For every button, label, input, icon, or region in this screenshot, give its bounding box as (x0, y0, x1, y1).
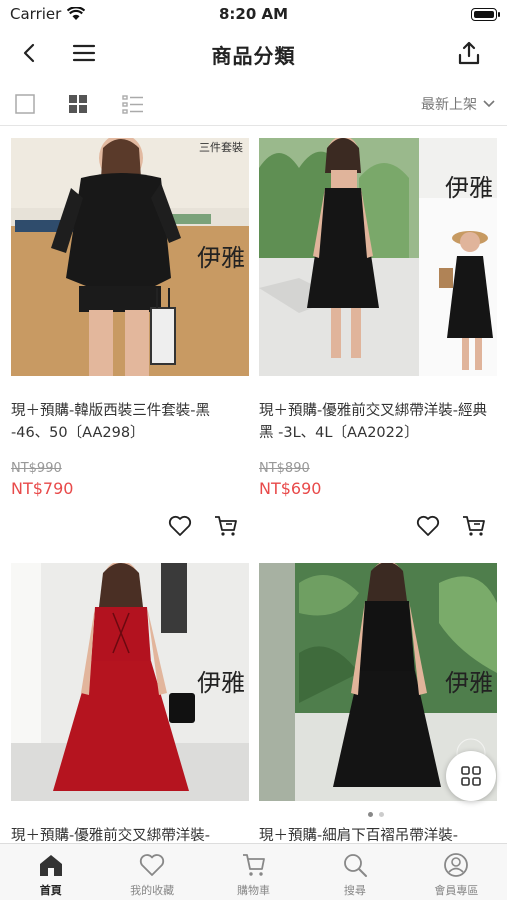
battery-icon (471, 7, 500, 21)
tab-home-label: 首頁 (39, 884, 62, 897)
sort-label: 最新上架 (421, 97, 477, 113)
grid-icon (461, 766, 481, 786)
tab-member-label: 會員專區 (434, 884, 479, 897)
sort-dropdown[interactable]: 最新上架 (421, 94, 495, 114)
carousel-dots (368, 812, 384, 817)
home-icon (39, 855, 62, 876)
brand-watermark: 伊雅 (197, 244, 245, 272)
heart-icon (139, 854, 165, 876)
product-grid: 三件套裝 伊雅 現＋預購-韓版西裝三件套裝-黑 -46、50〔AA298〕 NT… (0, 127, 507, 843)
favorite-button[interactable] (415, 513, 441, 539)
product-photo[interactable]: 伊雅 (259, 138, 497, 376)
product-title[interactable]: 現＋預購-優雅前交叉綁帶洋裝-經典黑 -3L、4L〔AA2022〕 (259, 400, 497, 444)
share-button[interactable] (455, 39, 483, 67)
sale-price: NT$690 (259, 479, 322, 498)
original-price: NT$890 (259, 461, 310, 476)
clock: 8:20 AM (218, 5, 289, 23)
favorite-button[interactable] (167, 513, 193, 539)
tab-member[interactable]: 會員專區 (406, 844, 507, 900)
tab-cart-label: 購物車 (237, 884, 271, 897)
photo-tag: 三件套裝 (199, 141, 243, 154)
product-card[interactable]: 伊雅 現＋預購-優雅前交叉綁帶洋裝- (11, 563, 249, 843)
tab-favorites-label: 我的收藏 (130, 884, 175, 897)
brand-watermark: 伊雅 (445, 174, 493, 202)
user-icon (444, 853, 469, 877)
add-to-cart-button[interactable] (213, 513, 239, 539)
heart-icon (168, 515, 192, 536)
product-photo[interactable]: 伊雅 (11, 563, 249, 801)
product-title[interactable]: 現＋預購-韓版西裝三件套裝-黑 -46、50〔AA298〕 (11, 400, 249, 444)
navigation-bar: 商品分類 (0, 28, 507, 78)
view-toolbar: 最新上架 (0, 80, 507, 126)
grid-view-button[interactable] (67, 93, 89, 119)
tab-search-label: 搜尋 (343, 884, 366, 897)
tab-favorites[interactable]: 我的收藏 (101, 844, 202, 900)
status-bar: Carrier 8:20 AM (0, 0, 507, 28)
product-photo[interactable]: 三件套裝 伊雅 (11, 138, 249, 376)
tab-home[interactable]: 首頁 (0, 844, 101, 900)
product-title[interactable]: 現＋預購-優雅前交叉綁帶洋裝- (11, 825, 249, 843)
card-actions (415, 513, 487, 539)
product-title[interactable]: 現＋預購-細肩下百褶吊帶洋裝- (259, 825, 497, 843)
product-card[interactable]: 三件套裝 伊雅 現＋預購-韓版西裝三件套裝-黑 -46、50〔AA298〕 NT… (11, 138, 249, 536)
single-view-button[interactable] (14, 93, 36, 119)
chevron-down-icon (483, 100, 495, 108)
square-icon (15, 94, 35, 114)
share-icon (458, 41, 480, 65)
tab-cart[interactable]: 購物車 (203, 844, 304, 900)
floating-grid-button[interactable] (446, 751, 496, 801)
cart-icon (463, 516, 485, 536)
card-actions (167, 513, 239, 539)
tab-bar: 首頁 我的收藏 購物車 搜尋 會員專區 (0, 843, 507, 900)
app: Carrier 8:20 AM 商品分類 最新上架 三件套裝 伊雅 現＋預購-韓… (0, 0, 507, 900)
cart-icon (215, 516, 237, 536)
list-view-button[interactable] (121, 93, 145, 119)
product-card[interactable]: 伊雅 現＋預購-細肩下百褶吊帶洋裝- (259, 563, 497, 843)
list-icon (122, 95, 143, 114)
brand-watermark: 伊雅 (197, 669, 245, 697)
search-icon (344, 854, 367, 877)
grid-icon (69, 95, 87, 113)
tab-search[interactable]: 搜尋 (304, 844, 405, 900)
cart-icon (242, 854, 265, 876)
original-price: NT$990 (11, 461, 62, 476)
heart-icon (416, 515, 440, 536)
page-title: 商品分類 (211, 44, 296, 68)
brand-watermark: 伊雅 (445, 669, 493, 697)
sale-price: NT$790 (11, 479, 74, 498)
add-to-cart-button[interactable] (461, 513, 487, 539)
product-card[interactable]: 伊雅 現＋預購-優雅前交叉綁帶洋裝-經典黑 -3L、4L〔AA2022〕 NT$… (259, 138, 497, 536)
